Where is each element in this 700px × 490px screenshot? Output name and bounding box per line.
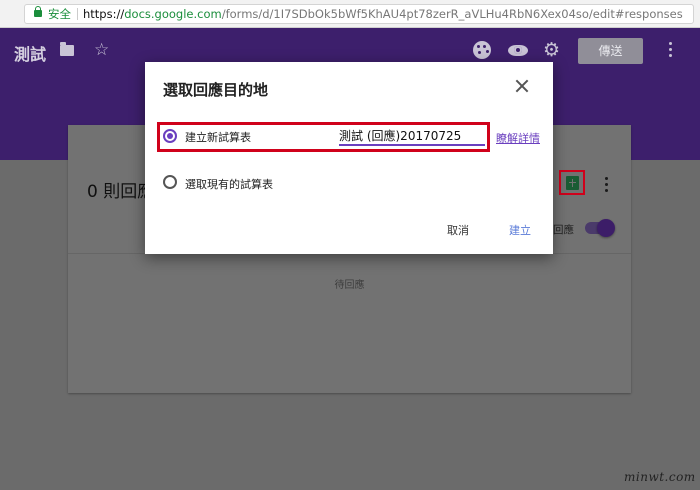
send-button[interactable]: 傳送 [578,38,643,64]
secure-label: 安全 [48,7,71,21]
address-bar[interactable]: 安全 https://docs.google.com/forms/d/1I7SD… [24,4,694,24]
radio-existing-spreadsheet[interactable] [163,175,177,189]
cancel-button[interactable]: 取消 [447,222,469,238]
create-button[interactable]: 建立 [509,222,531,238]
accepting-responses-label: 回應 [553,224,574,236]
toggle-knob [597,219,615,237]
existing-spreadsheet-label[interactable]: 選取現有的試算表 [185,176,273,192]
response-destination-dialog: 選取回應目的地 建立新試算表 瞭解詳情 選取現有的試算表 取消 建立 [145,62,553,254]
accepting-responses-toggle[interactable] [585,219,615,237]
spreadsheet-name-input[interactable] [339,126,485,146]
gear-icon[interactable]: ⚙ [543,39,560,61]
url-host: docs.google.com [124,7,222,21]
card-more-icon[interactable] [605,177,608,195]
more-vert-icon[interactable] [669,42,672,58]
star-icon[interactable]: ☆ [94,40,109,60]
close-icon[interactable] [514,78,530,94]
preview-eye-icon[interactable] [508,45,528,56]
new-spreadsheet-label[interactable]: 建立新試算表 [185,129,251,145]
folder-icon[interactable] [60,42,74,56]
url-scheme: https:// [83,7,125,21]
radio-new-spreadsheet[interactable] [163,129,177,143]
divider [77,8,78,20]
url-path: /forms/d/1I7SDbOk5bWf5KhAU4pt78zerR_aVLH… [221,7,683,21]
sheets-icon[interactable] [566,176,579,190]
sheets-highlight-box [559,170,585,195]
watermark: minwt.com [624,470,696,484]
dialog-title: 選取回應目的地 [163,81,269,99]
pending-responses-text: 待回應 [334,280,365,291]
learn-more-link[interactable]: 瞭解詳情 [496,130,540,146]
form-title[interactable]: 測試 [14,41,46,65]
browser-url-bar: 安全 https://docs.google.com/forms/d/1I7SD… [0,0,700,28]
lock-icon [34,6,42,17]
responses-card-body: 待回應 [68,253,631,393]
url-text[interactable]: https://docs.google.com/forms/d/1I7SDbOk… [83,5,683,23]
palette-icon[interactable] [473,41,491,59]
